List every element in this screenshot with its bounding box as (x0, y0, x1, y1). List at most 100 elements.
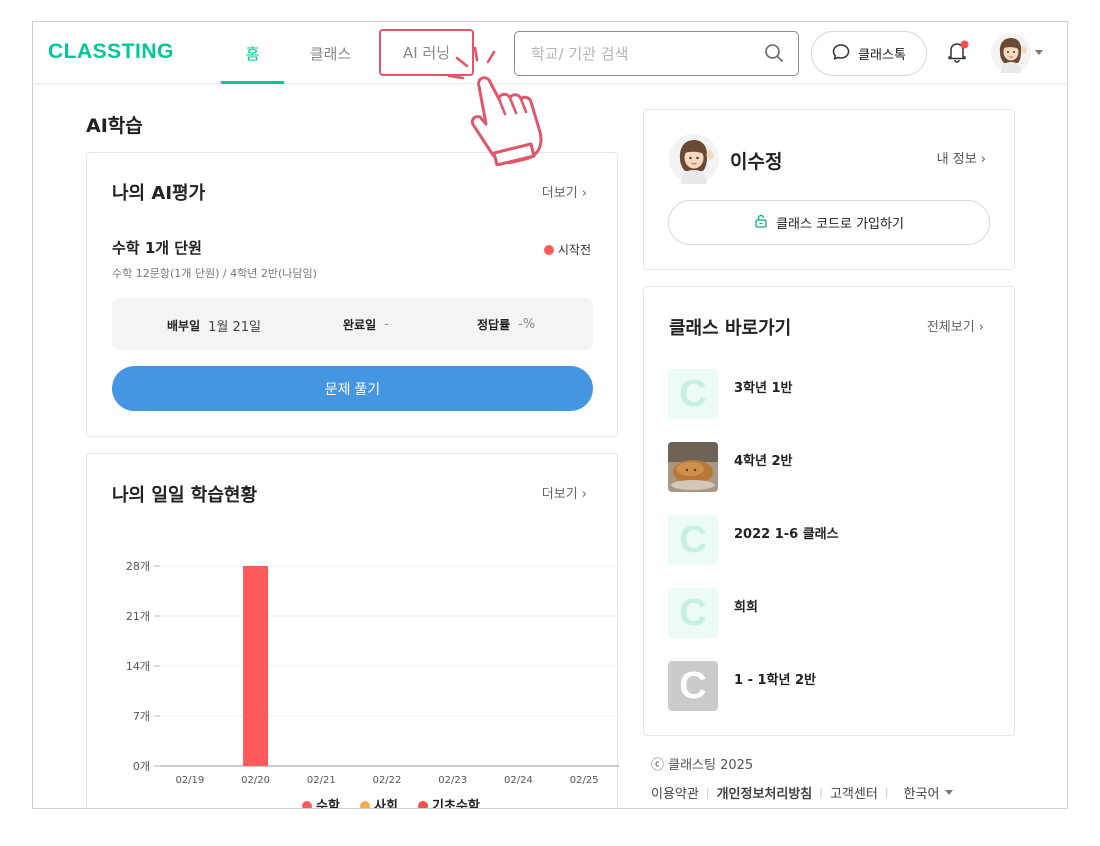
legend-swatch (418, 801, 428, 808)
daily-learning-more-link[interactable]: 더보기 › (542, 483, 587, 502)
class-shortcut-item[interactable]: C 희희 (668, 588, 988, 638)
evaluation-description: 수학 12문항(1개 단원) / 4학년 2반(나담임) (112, 267, 317, 280)
privacy-policy-link[interactable]: 개인정보처리방침 (717, 783, 813, 802)
class-thumbnail: C (668, 588, 718, 638)
terms-link[interactable]: 이용약관 (651, 783, 699, 802)
chat-bubble-icon (832, 43, 850, 65)
tab-ai-learning[interactable]: AI 러닝 (379, 29, 474, 76)
search-icon[interactable] (764, 43, 784, 67)
page-title: AI학습 (86, 115, 143, 137)
solve-problems-button[interactable]: 문제 풀기 (112, 366, 593, 411)
ai-evaluation-title: 나의 AI평가 (112, 183, 206, 204)
user-menu-caret-icon[interactable] (1035, 50, 1043, 55)
join-by-class-code-button[interactable]: 클래스 코드로 가입하기 (668, 200, 990, 245)
class-name: 4학년 2반 (734, 454, 793, 469)
daily-learning-card: 나의 일일 학습현황 더보기 › 0개 7개 14개 21개 28개 02/19 02/20… (86, 453, 620, 809)
assigned-date: 배부일 1월 21일 (167, 316, 261, 335)
search-input[interactable] (531, 44, 751, 63)
x-tick-label: 02/23 (438, 775, 467, 786)
bar (243, 566, 269, 766)
completed-value: - (384, 317, 389, 332)
app-frame: CLASSTING 홈 클래스 AI 러닝 클래스톡 (32, 21, 1068, 809)
tab-home[interactable]: 홈 (221, 22, 284, 84)
class-thumb-letter: C (679, 665, 707, 707)
class-thumbnail: C (668, 369, 718, 419)
unlock-icon (754, 214, 768, 232)
footer-divider: | (819, 786, 823, 799)
customer-center-link[interactable]: 고객센터 (830, 783, 878, 802)
x-tick-label: 02/19 (175, 775, 204, 786)
legend-label: 기초수학 (432, 798, 480, 809)
y-tick-label: 0개 (133, 760, 150, 773)
y-tick-label: 14개 (126, 660, 150, 673)
bread-photo-icon (668, 442, 718, 492)
completed-label: 완료일 (343, 318, 377, 332)
class-talk-label: 클래스톡 (858, 48, 906, 63)
x-tick-label: 02/25 (570, 775, 599, 786)
chevron-down-icon (945, 790, 954, 795)
footer-links: 이용약관 | 개인정보처리방침 | 고객센터 | 한국어 (651, 783, 954, 802)
class-name: 1 - 1학년 2반 (734, 673, 816, 688)
user-avatar[interactable] (991, 33, 1031, 73)
class-name: 2022 1-6 클래스 (734, 527, 839, 542)
legend-swatch (302, 801, 312, 808)
assigned-value: 1월 21일 (208, 320, 261, 335)
evaluation-info-box: 배부일 1월 21일 완료일 - 정답률 -% (112, 298, 593, 350)
search-box (514, 31, 799, 76)
status-dot-icon (543, 244, 554, 255)
class-name: 3학년 1반 (734, 381, 793, 396)
x-tick-label: 02/22 (373, 775, 402, 786)
class-shortcut-item[interactable]: C 3학년 1반 (668, 369, 988, 419)
x-tick-label: 02/21 (307, 775, 336, 786)
copyright: ⓒ 클래스팅 2025 (651, 758, 754, 773)
y-tick-label: 28개 (126, 560, 150, 573)
evaluation-name: 수학 1개 단원 (112, 239, 202, 257)
legend-label: 수학 (316, 798, 340, 809)
class-talk-button[interactable]: 클래스톡 (811, 31, 927, 76)
profile-card: 이수정 내 정보 › 클래스 코드로 가입하기 (643, 109, 1015, 270)
join-label: 클래스 코드로 가입하기 (776, 217, 904, 232)
profile-name: 이수정 (730, 151, 783, 173)
y-tick-label: 21개 (126, 610, 150, 623)
x-tick-label: 02/24 (504, 775, 533, 786)
accuracy-value: -% (518, 317, 536, 332)
class-shortcut-item[interactable]: 4학년 2반 (668, 442, 988, 492)
y-tick-label: 7개 (133, 710, 150, 723)
chart-svg: 0개 7개 14개 21개 28개 02/19 02/20 02/21 02/22 02/23 02… (126, 560, 620, 809)
class-thumbnail: C (668, 515, 718, 565)
tab-class[interactable]: 클래스 (298, 22, 363, 84)
class-name: 희희 (734, 600, 758, 615)
my-info-link[interactable]: 내 정보 › (937, 148, 986, 167)
class-shortcut-item[interactable]: C 1 - 1학년 2반 (668, 661, 988, 711)
class-shortcut-item[interactable]: C 2022 1-6 클래스 (668, 515, 988, 565)
completed-date: 완료일 - (343, 316, 389, 333)
footer-divider: | (705, 786, 710, 799)
class-thumb-letter: C (679, 592, 707, 634)
profile-avatar[interactable] (669, 134, 719, 184)
top-navigation: CLASSTING 홈 클래스 AI 러닝 클래스톡 (33, 22, 1067, 84)
ai-evaluation-card: 나의 AI평가 더보기 › 수학 1개 단원 시작전 수학 12문항(1개 단원… (86, 152, 618, 437)
language-label: 한국어 (903, 787, 940, 802)
class-shortcuts-title: 클래스 바로가기 (669, 318, 792, 339)
daily-learning-chart: 0개 7개 14개 21개 28개 02/19 02/20 02/21 02/22 02/23 02… (87, 554, 620, 809)
notification-bell-icon[interactable] (945, 39, 971, 65)
view-all-link[interactable]: 전체보기 › (927, 316, 984, 335)
ai-evaluation-more-link[interactable]: 더보기 › (542, 182, 587, 201)
classting-logo[interactable]: CLASSTING (48, 40, 174, 64)
class-thumbnail: C (668, 661, 718, 711)
class-thumb-letter: C (679, 519, 707, 561)
status-text: 시작전 (557, 243, 591, 257)
class-shortcuts-card: 클래스 바로가기 전체보기 › C 3학년 1반 4학년 2반 C 2022 1… (643, 286, 1015, 736)
assigned-label: 배부일 (167, 319, 201, 333)
legend-swatch (360, 801, 370, 808)
class-photo-thumbnail (668, 442, 718, 492)
x-tick-label: 02/20 (241, 775, 270, 786)
status-badge: 시작전 (543, 241, 591, 258)
footer-divider: | (884, 786, 889, 799)
class-thumb-letter: C (679, 373, 707, 415)
legend-label: 사회 (374, 798, 398, 809)
language-selector[interactable]: 한국어 (904, 783, 954, 802)
daily-learning-title: 나의 일일 학습현황 (112, 485, 258, 506)
accuracy-rate: 정답률 -% (477, 316, 535, 333)
accuracy-label: 정답률 (477, 318, 511, 332)
